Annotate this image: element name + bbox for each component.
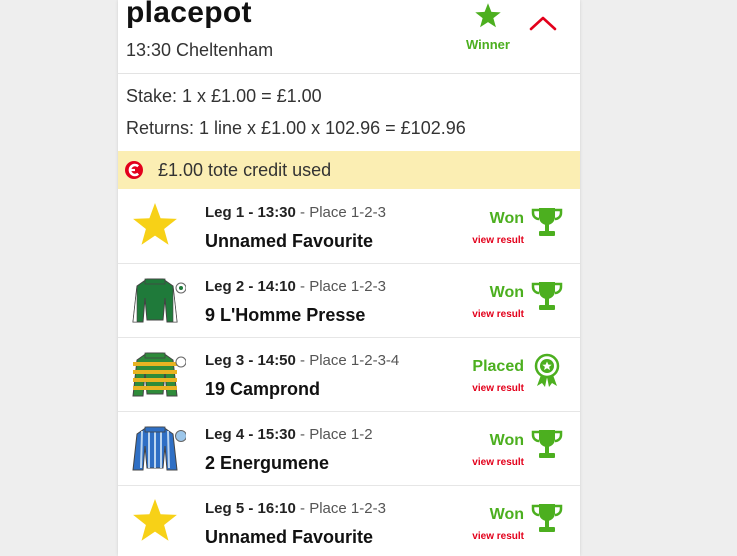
trophy-icon	[531, 504, 563, 532]
stake-line: Stake: 1 x £1.00 = £1.00	[126, 86, 322, 106]
trophy-icon	[531, 430, 563, 458]
winner-indicator: Winner	[458, 0, 518, 52]
leg-row: Leg 3 - 14:50 - Place 1-2-3-4 19 Campron…	[118, 338, 580, 412]
placepot-bet-card: placepot 13:30 Cheltenham Winner Stake: …	[118, 0, 580, 556]
leg-place-terms: - Place 1-2-3	[295, 278, 386, 295]
tote-credit-banner: £1.00 tote credit used	[118, 151, 580, 189]
leg-heading: Leg 5 - 16:10 - Place 1-2-3	[205, 500, 386, 517]
runner-name: 2 Energumene	[205, 453, 330, 473]
leg-heading: Leg 3 - 14:50 - Place 1-2-3-4	[205, 352, 399, 369]
leg-number-time: Leg 1 - 13:30	[205, 204, 296, 221]
favourite-star-icon	[133, 499, 177, 541]
view-result-link[interactable]: view result	[472, 309, 524, 320]
runner-name: 9 L'Homme Presse	[205, 305, 366, 325]
runner-name: 19 Camprond	[205, 379, 321, 399]
chevron-up-icon[interactable]	[528, 14, 558, 32]
runner-name: Unnamed Favourite	[205, 527, 374, 547]
jockey-silk-icon	[132, 426, 186, 471]
leg-status: Won	[489, 284, 524, 301]
race-subtitle: 13:30 Cheltenham	[126, 40, 274, 60]
leg-row: Leg 1 - 13:30 - Place 1-2-3 Unnamed Favo…	[118, 190, 580, 264]
leg-status: Won	[489, 432, 524, 449]
leg-number-time: Leg 5 - 16:10	[205, 500, 296, 517]
returns-line: Returns: 1 line x £1.00 x 102.96 = £102.…	[126, 118, 466, 138]
bet-header: placepot 13:30 Cheltenham Winner	[118, 0, 580, 74]
leg-heading: Leg 4 - 15:30 - Place 1-2	[205, 426, 373, 443]
winner-label: Winner	[466, 37, 510, 52]
leg-row: Leg 2 - 14:10 - Place 1-2-3 9 L'Homme Pr…	[118, 264, 580, 338]
leg-number-time: Leg 2 - 14:10	[205, 278, 296, 295]
leg-row: Leg 4 - 15:30 - Place 1-2 2 Energumene W…	[118, 412, 580, 486]
view-result-link[interactable]: view result	[472, 235, 524, 246]
leg-place-terms: - Place 1-2-3	[295, 500, 386, 517]
legs-list: Leg 1 - 13:30 - Place 1-2-3 Unnamed Favo…	[118, 190, 580, 556]
leg-status: Won	[489, 210, 524, 227]
leg-heading: Leg 1 - 13:30 - Place 1-2-3	[205, 204, 386, 221]
view-result-link[interactable]: view result	[472, 383, 524, 394]
runner-name: Unnamed Favourite	[205, 231, 374, 251]
leg-place-terms: - Place 1-2-3	[295, 204, 386, 221]
favourite-star-icon	[133, 203, 177, 245]
leg-place-terms: - Place 1-2	[295, 426, 373, 443]
leg-heading: Leg 2 - 14:10 - Place 1-2-3	[205, 278, 386, 295]
leg-status: Won	[489, 506, 524, 523]
tote-credit-text: £1.00 tote credit used	[158, 159, 332, 180]
leg-number-time: Leg 4 - 15:30	[205, 426, 296, 443]
view-result-link[interactable]: view result	[472, 531, 524, 542]
tote-credit-icon	[125, 161, 143, 179]
view-result-link[interactable]: view result	[472, 457, 524, 468]
bet-type-title: placepot	[126, 0, 252, 29]
jockey-silk-icon	[132, 278, 186, 323]
jockey-silk-icon	[132, 352, 186, 397]
leg-row: Leg 5 - 16:10 - Place 1-2-3 Unnamed Favo…	[118, 486, 580, 556]
winner-star-icon	[475, 3, 501, 28]
trophy-icon	[531, 282, 563, 310]
leg-place-terms: - Place 1-2-3-4	[295, 352, 400, 369]
leg-number-time: Leg 3 - 14:50	[205, 352, 296, 369]
trophy-icon	[531, 208, 563, 236]
leg-status: Placed	[472, 358, 524, 375]
rosette-icon	[534, 353, 560, 387]
